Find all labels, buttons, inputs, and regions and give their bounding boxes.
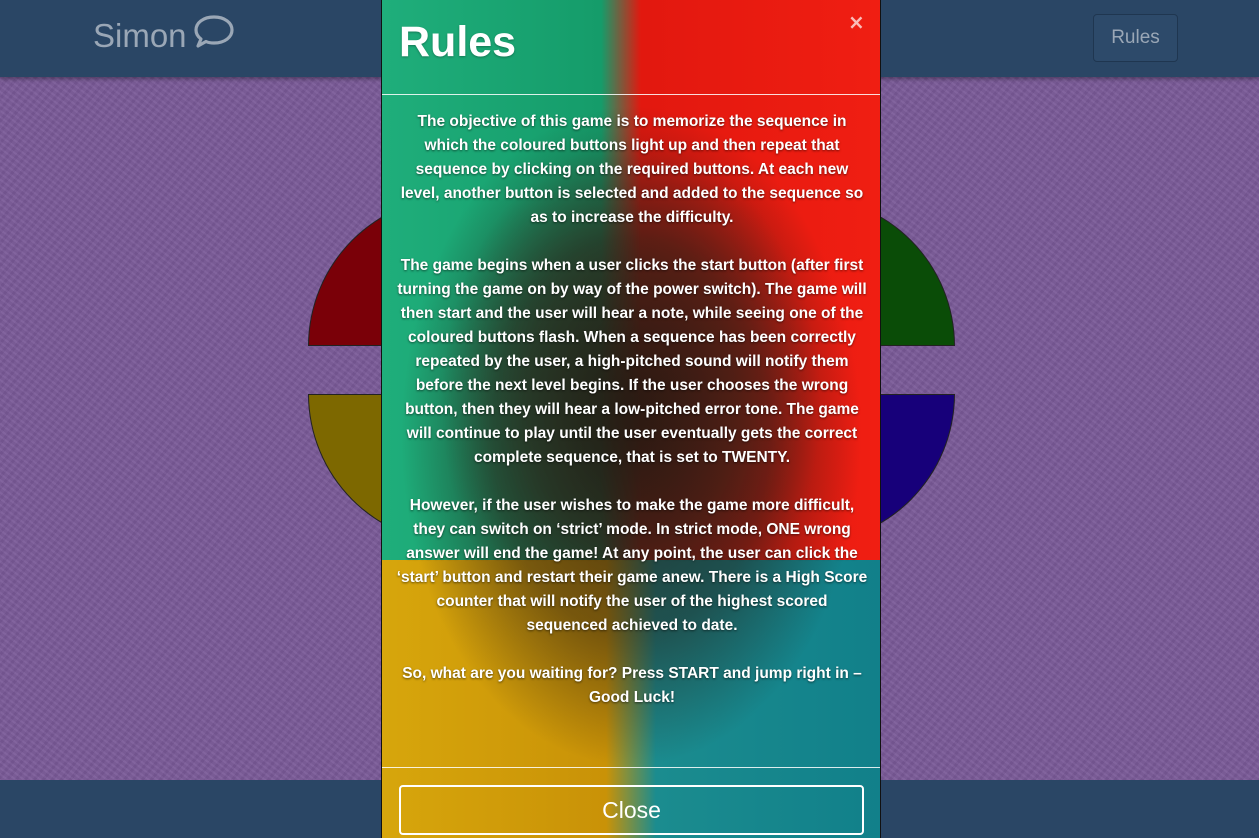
rules-modal: Rules × The objective of this game is to… <box>381 0 881 838</box>
brand-logo[interactable]: Simon <box>93 14 235 58</box>
rules-button[interactable]: Rules <box>1093 14 1178 62</box>
modal-footer: Close <box>382 767 880 838</box>
rules-paragraph-objective: The objective of this game is to memoriz… <box>400 113 864 226</box>
modal-title: Rules <box>399 18 517 66</box>
rules-paragraph-closing: So, what are you waiting for? Press STAR… <box>402 665 862 706</box>
modal-header: Rules × <box>382 0 880 95</box>
rules-paragraph-gameplay: The game begins when a user clicks the s… <box>397 257 867 466</box>
modal-body: The objective of this game is to memoriz… <box>396 110 868 734</box>
close-button[interactable]: Close <box>399 785 864 835</box>
rules-paragraph-strict-mode: However, if the user wishes to make the … <box>396 497 868 634</box>
close-icon[interactable]: × <box>848 10 865 34</box>
brand-name: Simon <box>93 17 187 54</box>
speech-bubble-icon <box>193 14 235 58</box>
